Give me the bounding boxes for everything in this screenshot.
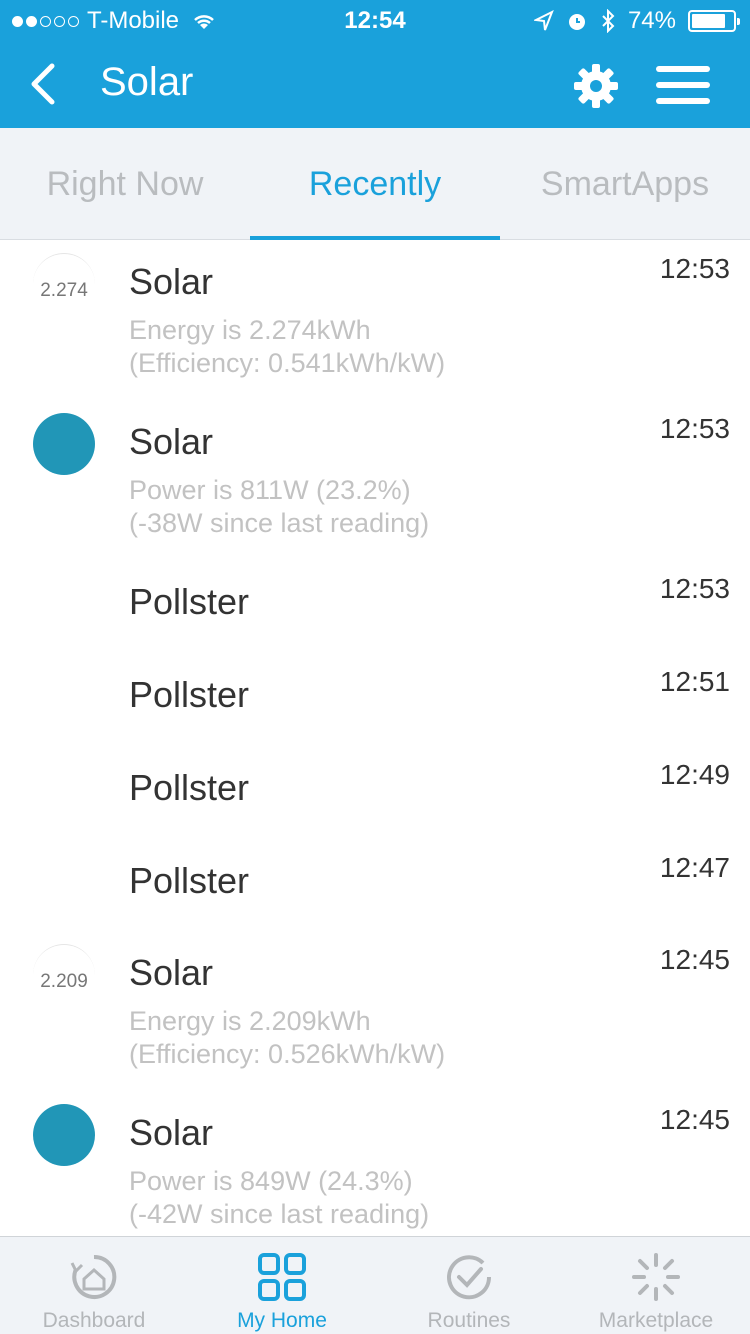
back-chevron-icon[interactable]: [26, 62, 66, 106]
power-status-dot: [33, 1104, 95, 1166]
segment-tabs: Right Now Recently SmartApps: [0, 128, 750, 240]
item-title: Solar: [129, 261, 214, 302]
item-detail-line2: (-42W since last reading): [129, 1199, 430, 1229]
item-detail-line1: Power is 811W (23.2%): [129, 475, 411, 505]
tab-recently[interactable]: Recently: [250, 128, 500, 240]
gear-icon[interactable]: [572, 62, 620, 110]
item-title: Pollster: [129, 674, 250, 715]
item-detail-line2: (Efficiency: 0.541kWh/kW): [129, 348, 446, 378]
nav-bar: Solar: [0, 40, 750, 128]
activity-list: 2.274 Solar Energy is 2.274kWh (Efficien…: [0, 241, 750, 1229]
tab-my-home[interactable]: My Home: [188, 1237, 376, 1334]
dashboard-icon: [70, 1254, 117, 1299]
item-title: Solar: [129, 952, 214, 993]
battery-icon: [688, 10, 740, 32]
list-item[interactable]: Solar Power is 811W (23.2%) (-38W since …: [0, 401, 750, 561]
status-bar: T-Mobile 12:54 74%: [0, 0, 750, 40]
item-time: 12:49: [659, 759, 730, 790]
list-item[interactable]: 2.209 Solar Energy is 2.209kWh (Efficien…: [0, 932, 750, 1092]
item-title: Pollster: [129, 767, 250, 808]
tab-my-home-label: My Home: [237, 1309, 327, 1332]
item-time: 12:45: [659, 944, 730, 975]
alarm-icon: [568, 14, 585, 30]
tab-dashboard[interactable]: Dashboard: [0, 1237, 188, 1334]
bluetooth-icon: [602, 9, 615, 33]
energy-value-badge: 2.274: [33, 253, 95, 315]
item-detail-line2: (-38W since last reading): [129, 508, 430, 538]
tab-routines-label: Routines: [427, 1309, 511, 1332]
item-time: 12:47: [659, 852, 730, 883]
location-arrow-icon: [533, 10, 554, 31]
list-item[interactable]: Pollster 12:51: [0, 654, 750, 747]
checkmark-circle-icon: [447, 1255, 492, 1300]
item-time: 12:45: [659, 1104, 730, 1135]
item-time: 12:53: [659, 413, 730, 444]
item-title: Solar: [129, 1112, 214, 1153]
item-detail-line1: Energy is 2.274kWh: [129, 315, 371, 345]
item-time: 12:51: [659, 666, 730, 697]
list-item[interactable]: Pollster 12:49: [0, 747, 750, 840]
marketplace-starburst-icon: [632, 1253, 680, 1301]
tab-marketplace[interactable]: Marketplace: [562, 1237, 750, 1334]
hamburger-menu-icon[interactable]: [656, 66, 710, 106]
tab-right-now[interactable]: Right Now: [0, 128, 250, 239]
tab-dashboard-label: Dashboard: [42, 1309, 146, 1332]
grid-icon: [258, 1253, 306, 1301]
energy-value-badge: 2.209: [33, 944, 95, 1006]
list-item[interactable]: Solar Power is 849W (24.3%) (-42W since …: [0, 1092, 750, 1229]
tab-marketplace-label: Marketplace: [598, 1309, 714, 1332]
item-detail-line1: Energy is 2.209kWh: [129, 1006, 371, 1036]
item-detail-line1: Power is 849W (24.3%): [129, 1166, 413, 1196]
item-time: 12:53: [659, 253, 730, 284]
power-status-dot: [33, 413, 95, 475]
list-item[interactable]: Pollster 12:47: [0, 840, 750, 932]
item-detail-line2: (Efficiency: 0.526kWh/kW): [129, 1039, 446, 1069]
list-item[interactable]: Pollster 12:53: [0, 561, 750, 654]
item-title: Solar: [129, 421, 214, 462]
list-item[interactable]: 2.274 Solar Energy is 2.274kWh (Efficien…: [0, 241, 750, 401]
item-title: Pollster: [129, 581, 250, 622]
item-title: Pollster: [129, 860, 250, 901]
tab-routines[interactable]: Routines: [375, 1237, 563, 1334]
page-title: Solar: [100, 60, 194, 104]
item-time: 12:53: [659, 573, 730, 604]
bottom-tab-bar: Dashboard My Home Routines Marketplace: [0, 1236, 750, 1334]
tab-smartapps[interactable]: SmartApps: [500, 128, 750, 239]
battery-percent: 74%: [627, 7, 676, 34]
